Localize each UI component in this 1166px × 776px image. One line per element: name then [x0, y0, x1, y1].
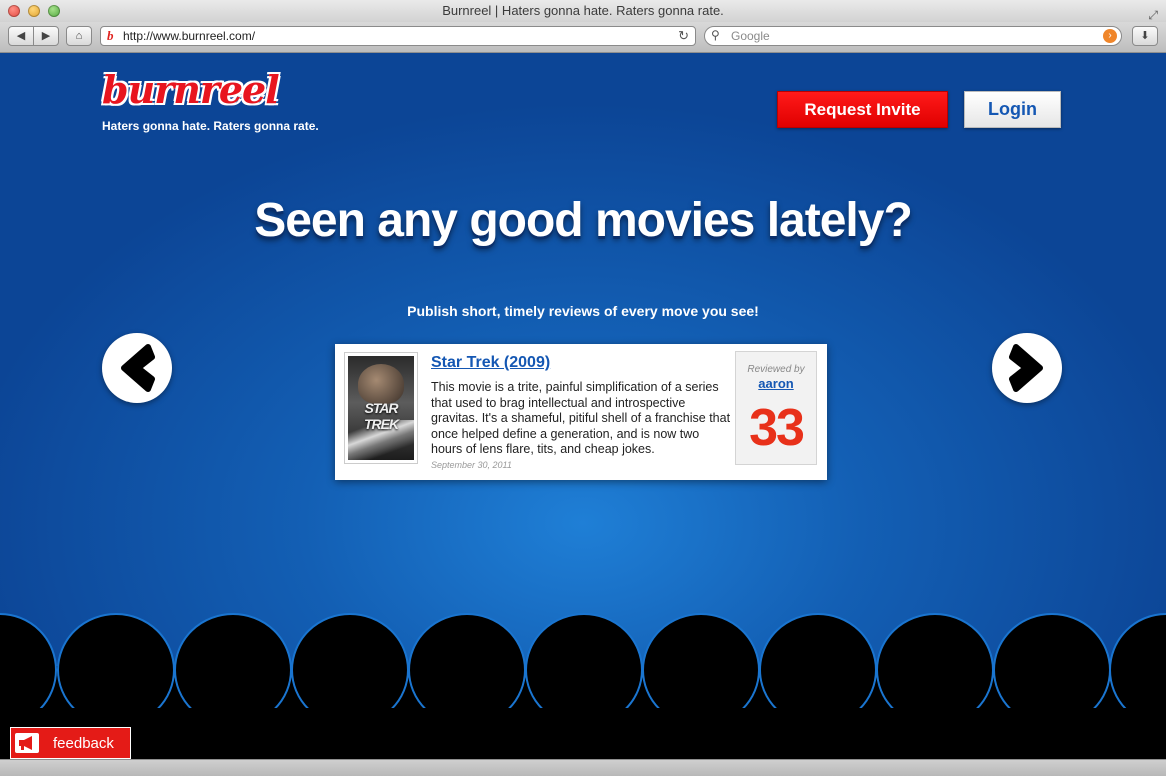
theater-seats-silhouette	[0, 613, 1166, 759]
search-placeholder: Google	[731, 29, 770, 43]
browser-statusbar	[0, 759, 1166, 776]
zoom-window-button[interactable]	[48, 5, 60, 17]
next-review-button[interactable]	[992, 333, 1062, 403]
poster-image: STAR TREK	[348, 356, 414, 460]
request-invite-button[interactable]: Request Invite	[777, 91, 948, 128]
movie-poster[interactable]: STAR TREK	[344, 352, 418, 464]
search-field[interactable]: ⚲ Google ›	[704, 26, 1122, 46]
feedback-tab[interactable]: feedback	[10, 727, 131, 759]
reviewer-link[interactable]: aaron	[736, 376, 816, 391]
movie-title-link[interactable]: Star Trek (2009)	[431, 354, 550, 372]
page-content: burnreel Haters gonna hate. Raters gonna…	[0, 53, 1166, 759]
forward-arrow-icon: ▶	[41, 30, 51, 42]
right-arrow-icon	[1009, 344, 1043, 392]
tagline: Haters gonna hate. Raters gonna rate.	[102, 119, 319, 133]
url-text[interactable]: http://www.burnreel.com/	[123, 29, 255, 43]
home-icon: ⌂	[75, 30, 83, 42]
logo[interactable]: burnreel	[102, 67, 280, 112]
window-title: Burnreel | Haters gonna hate. Raters gon…	[442, 3, 724, 18]
browser-toolbar: ◀ ▶ ⌂ b http://www.burnreel.com/ ↻ ⚲ Goo…	[0, 22, 1166, 53]
home-button[interactable]: ⌂	[66, 26, 92, 46]
reload-icon[interactable]: ↻	[678, 28, 689, 44]
review-card: STAR TREK Star Trek (2009) This movie is…	[335, 344, 827, 480]
page-headline: Seen any good movies lately?	[254, 194, 913, 247]
favicon: b	[107, 28, 114, 43]
back-button[interactable]: ◀	[8, 26, 34, 46]
review-date: September 30, 2011	[431, 460, 512, 470]
review-text: This movie is a trite, painful simplific…	[431, 380, 731, 456]
search-icon: ⚲	[711, 28, 720, 42]
back-arrow-icon: ◀	[16, 30, 26, 42]
download-button[interactable]: ⬇	[1132, 26, 1158, 46]
score-box: Reviewed by aaron 33	[735, 351, 817, 465]
review-score: 33	[749, 399, 805, 457]
poster-title: STAR TREK	[363, 400, 399, 432]
close-window-button[interactable]	[8, 5, 20, 17]
poster-figure	[358, 364, 404, 404]
previous-review-button[interactable]	[102, 333, 172, 403]
page-subheadline: Publish short, timely reviews of every m…	[407, 303, 759, 319]
forward-button[interactable]: ▶	[33, 26, 59, 46]
download-icon: ⬇	[1140, 30, 1150, 42]
minimize-window-button[interactable]	[28, 5, 40, 17]
search-go-icon[interactable]: ›	[1103, 29, 1117, 43]
left-arrow-icon	[121, 344, 155, 392]
login-button[interactable]: Login	[964, 91, 1061, 128]
feedback-label: feedback	[53, 735, 114, 752]
reviewed-by-label: Reviewed by	[747, 364, 805, 375]
window-titlebar: Burnreel | Haters gonna hate. Raters gon…	[0, 0, 1166, 23]
address-bar[interactable]: b http://www.burnreel.com/ ↻	[100, 26, 696, 46]
megaphone-icon	[15, 733, 39, 753]
